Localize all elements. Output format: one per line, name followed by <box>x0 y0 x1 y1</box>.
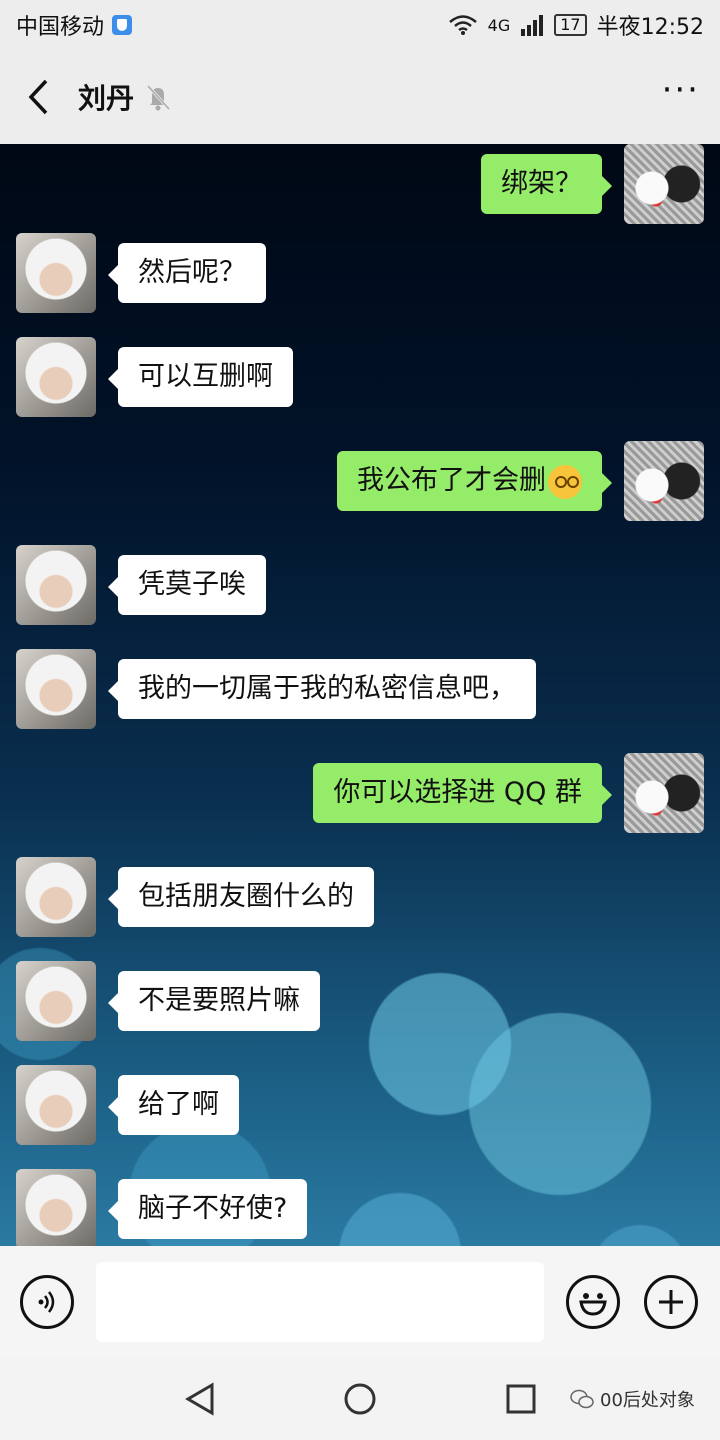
avatar[interactable] <box>624 441 704 521</box>
avatar[interactable] <box>16 649 96 729</box>
network-type: 4G <box>487 15 511 35</box>
avatar[interactable] <box>16 1065 96 1145</box>
message-bubble[interactable]: 凭莫子唉 <box>108 555 266 615</box>
voice-button[interactable] <box>20 1275 74 1329</box>
watermark-text: 00后处对象 <box>600 1390 695 1411</box>
time-label: 半夜12:52 <box>596 15 704 40</box>
wechat-icon <box>570 1389 594 1409</box>
message-outgoing: 我公布了才会删 <box>337 441 704 521</box>
message-bubble[interactable]: 你可以选择进 QQ 群 <box>313 763 612 823</box>
plus-button[interactable] <box>644 1275 698 1329</box>
wifi-icon <box>448 15 477 35</box>
message-incoming: 我的一切属于我的私密信息吧， <box>16 649 536 729</box>
avatar[interactable] <box>16 1169 96 1246</box>
avatar[interactable] <box>624 753 704 833</box>
avatar[interactable] <box>16 337 96 417</box>
system-nav-bar: 00后处对象 <box>0 1358 720 1440</box>
avatar[interactable] <box>16 233 96 313</box>
more-icon[interactable]: ··· <box>662 70 700 124</box>
dizzy-face-icon <box>548 464 582 499</box>
message-bubble[interactable]: 绑架？ <box>481 154 612 214</box>
shield-icon <box>112 15 133 35</box>
message-outgoing: 你可以选择进 QQ 群 <box>313 753 704 833</box>
back-icon[interactable] <box>20 77 56 117</box>
chat-title: 刘丹 <box>78 82 135 115</box>
message-bubble[interactable]: 可以互删啊 <box>108 347 293 407</box>
message-incoming: 包括朋友圈什么的 <box>16 857 374 937</box>
carrier-label: 中国移动 <box>16 15 105 40</box>
chat-area[interactable]: 绑架？ 然后呢？ 可以互删啊 我公布了才会删 凭莫子唉 我的一切属于我的私密信息… <box>0 144 720 1246</box>
emoji-icon <box>579 1293 607 1316</box>
chat-header: 刘丹 ··· <box>0 50 720 144</box>
message-bubble[interactable]: 然后呢？ <box>108 243 266 303</box>
message-incoming: 然后呢？ <box>16 233 266 313</box>
nav-back-icon[interactable] <box>184 1382 216 1416</box>
avatar[interactable] <box>624 144 704 224</box>
message-text: 我公布了才会删 <box>357 465 546 496</box>
avatar[interactable] <box>16 857 96 937</box>
message-bubble[interactable]: 我的一切属于我的私密信息吧， <box>108 659 536 719</box>
plus-icon <box>659 1290 683 1314</box>
avatar[interactable] <box>16 961 96 1041</box>
message-incoming: 可以互删啊 <box>16 337 293 417</box>
message-incoming: 不是要照片嘛 <box>16 961 320 1041</box>
message-bubble[interactable]: 我公布了才会删 <box>337 451 612 511</box>
signal-icon <box>521 15 544 36</box>
message-incoming: 凭莫子唉 <box>16 545 266 625</box>
message-bubble[interactable]: 给了啊 <box>108 1075 239 1135</box>
message-incoming: 给了啊 <box>16 1065 239 1145</box>
message-outgoing: 绑架？ <box>481 144 704 224</box>
emoji-button[interactable] <box>566 1275 620 1329</box>
voice-icon <box>38 1291 55 1313</box>
mute-icon <box>144 83 172 111</box>
battery-indicator: 17 <box>554 14 587 36</box>
input-bar <box>0 1246 720 1358</box>
nav-home-icon[interactable] <box>343 1382 377 1416</box>
message-bubble[interactable]: 脑子不好使? <box>107 1179 308 1239</box>
message-input[interactable] <box>96 1262 544 1342</box>
avatar[interactable] <box>16 545 96 625</box>
watermark: 00后处对象 <box>570 1386 695 1412</box>
status-bar: 中国移动 4G 17 半夜12:52 <box>0 0 720 50</box>
nav-recents-icon[interactable] <box>506 1384 536 1414</box>
message-incoming: 脑子不好使? <box>16 1169 308 1246</box>
message-bubble[interactable]: 不是要照片嘛 <box>108 971 320 1031</box>
message-bubble[interactable]: 包括朋友圈什么的 <box>108 867 374 927</box>
